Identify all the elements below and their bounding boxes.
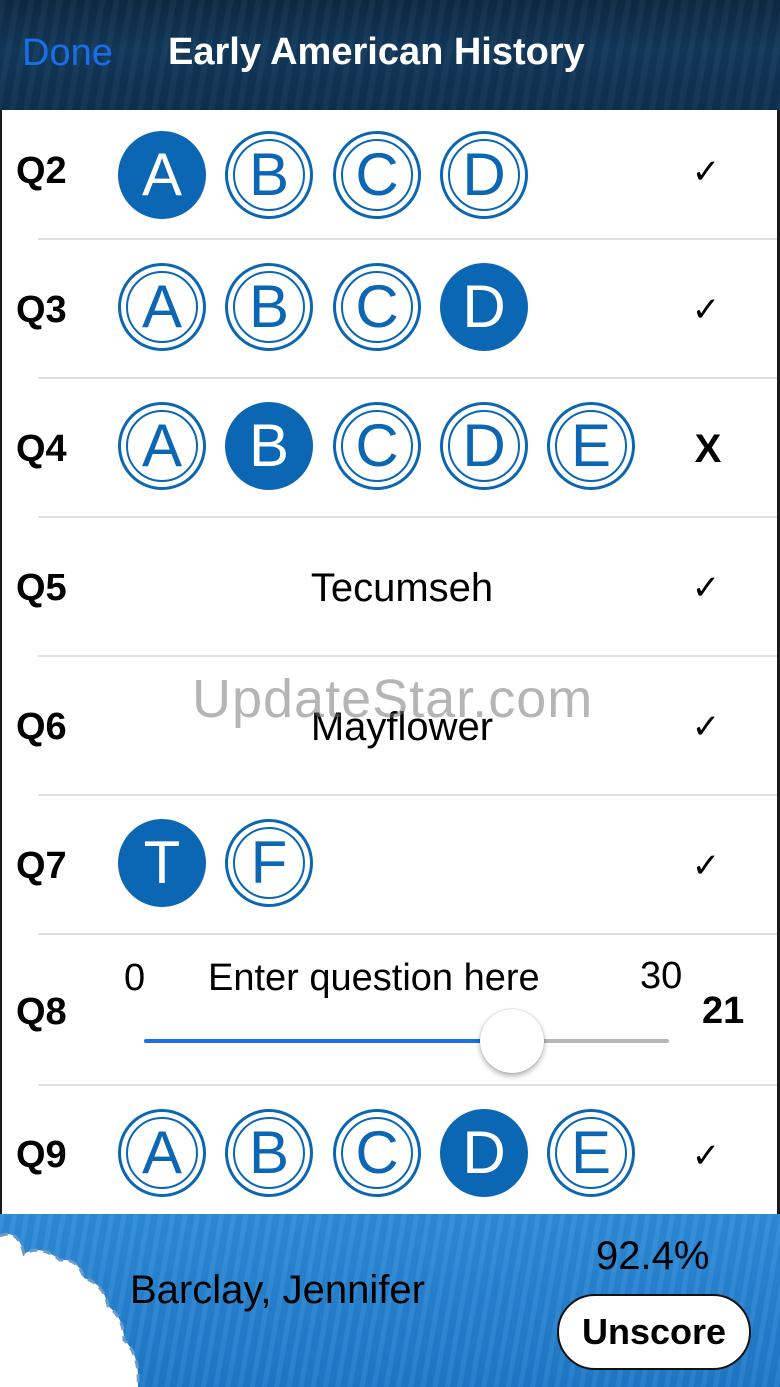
question-label: Q6 [16,706,67,748]
choice-a-button[interactable]: A [118,402,206,490]
choice-b-button[interactable]: B [225,131,313,219]
choice-a-button[interactable]: A [118,131,206,219]
text-answer: Mayflower [310,705,494,749]
slider-min-label: 0 [124,957,146,999]
slider-max-label: 30 [640,955,683,997]
choice-e-button[interactable]: E [547,402,635,490]
slider-track[interactable] [144,1039,669,1043]
correct-check-icon: ✓ [691,1137,721,1175]
correct-check-icon: ✓ [691,847,721,885]
choice-a-button[interactable]: A [118,263,206,351]
choice-c-button[interactable]: C [333,402,421,490]
question-label: Q4 [16,428,67,470]
choice-e-button[interactable]: E [547,1109,635,1197]
slider-value: 21 [702,990,745,1032]
correct-check-icon: ✓ [691,708,721,746]
unscore-button[interactable]: Unscore [557,1294,751,1370]
choice-b-button[interactable]: B [225,1109,313,1197]
text-answer: Tecumseh [310,566,494,610]
done-button[interactable]: Done [22,32,113,75]
choice-true-button[interactable]: T [118,819,206,907]
question-list[interactable]: Q2 A B C D ✓ Q3 A B C D ✓ Q4 A B C D E X… [2,110,777,1214]
question-label: Q5 [16,567,67,609]
question-row-q4: Q4 A B C D E X [2,379,777,518]
question-row-q5: Q5 Tecumseh ✓ [2,518,777,657]
correct-check-icon: ✓ [691,153,721,191]
correct-check-icon: ✓ [691,569,721,607]
question-row-q7: Q7 T F ✓ [2,796,777,935]
nav-header: Done Early American History [0,0,780,110]
student-footer: Barclay, Jennifer 92.4% Unscore [0,1214,780,1387]
choice-c-button[interactable]: C [333,263,421,351]
question-row-q6: Q6 Mayflower ✓ [2,657,777,796]
choice-b-button[interactable]: B [225,402,313,490]
choice-c-button[interactable]: C [333,131,421,219]
choice-false-button[interactable]: F [225,819,313,907]
question-label: Q9 [16,1134,67,1176]
choice-d-button[interactable]: D [440,1109,528,1197]
question-row-q8: Q8 0 Enter question here 30 21 [2,935,777,1086]
question-label: Q2 [16,150,67,192]
score-percent: 92.4% [596,1234,710,1278]
correct-check-icon: ✓ [691,291,721,329]
question-label: Q7 [16,845,67,887]
student-name: Barclay, Jennifer [130,1268,425,1312]
question-row-q3: Q3 A B C D ✓ [2,240,777,379]
page-title: Early American History [168,31,585,73]
question-row-q9: Q9 A B C D E ✓ [2,1086,777,1214]
choice-d-button[interactable]: D [440,131,528,219]
choice-a-button[interactable]: A [118,1109,206,1197]
slider-thumb[interactable] [479,1009,544,1073]
choice-d-button[interactable]: D [440,402,528,490]
slider-prompt: Enter question here [208,957,540,999]
choice-c-button[interactable]: C [333,1109,421,1197]
incorrect-x-icon: X [694,427,722,471]
choice-d-button[interactable]: D [440,263,528,351]
choice-b-button[interactable]: B [225,263,313,351]
slider-fill [144,1039,512,1043]
question-label: Q8 [16,991,67,1033]
question-row-q2: Q2 A B C D ✓ [2,110,777,240]
question-label: Q3 [16,289,67,331]
